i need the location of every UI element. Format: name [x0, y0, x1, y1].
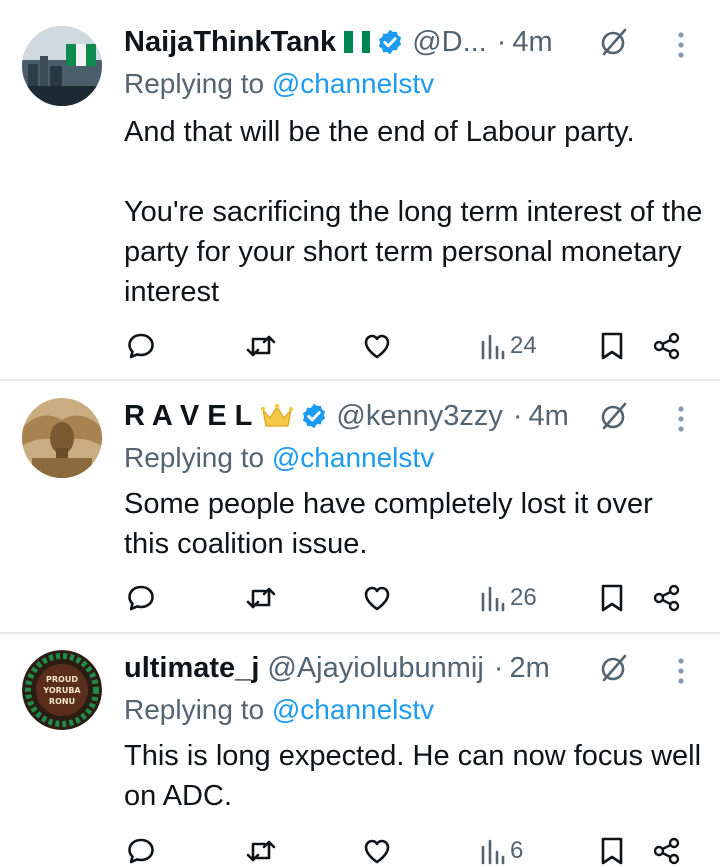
separator-dot: · — [496, 25, 507, 58]
share-button[interactable] — [652, 580, 682, 616]
tweet-divider — [0, 379, 720, 381]
analytics-icon — [481, 586, 505, 612]
more-options-icon[interactable] — [676, 30, 686, 60]
views-button[interactable]: 24 — [480, 328, 537, 364]
tweet-text: Some people have completely lost it over… — [124, 488, 653, 560]
grok-icon[interactable] — [598, 652, 630, 684]
repost-icon — [246, 587, 276, 609]
tweet-text: This is long expected. He can now focus … — [124, 740, 702, 812]
share-icon — [653, 584, 680, 612]
heart-icon — [364, 334, 390, 359]
more-options-icon[interactable] — [676, 656, 686, 686]
tweet-1[interactable]: NaijaThinkTank @D... · 4m Replying to @c… — [0, 0, 720, 380]
bookmark-icon — [601, 332, 623, 360]
heart-icon — [364, 586, 390, 611]
like-button[interactable] — [362, 580, 392, 616]
user-handle[interactable]: @kenny3zzy — [336, 400, 502, 433]
reply-button[interactable] — [126, 833, 156, 867]
like-button[interactable] — [362, 328, 392, 364]
views-button[interactable]: 26 — [480, 580, 537, 616]
views-count: 6 — [510, 837, 524, 864]
views-count: 24 — [510, 332, 537, 359]
display-name[interactable]: R A V E L — [124, 400, 252, 433]
reply-icon — [128, 333, 154, 359]
verified-badge-icon — [379, 29, 402, 55]
replying-to: Replying to @channelstv — [124, 68, 435, 99]
repost-icon — [246, 335, 276, 357]
repost-button[interactable] — [244, 328, 278, 364]
timestamp[interactable]: 4m — [512, 26, 552, 59]
tweet-text: And that will be the end of Labour party… — [124, 116, 703, 308]
repost-icon — [246, 840, 276, 862]
user-handle[interactable]: @Ajayiolubunmij — [267, 652, 483, 685]
verified-badge-icon — [303, 403, 326, 429]
tweet-2[interactable]: R A V E L @kenny3zzy · 4m Replying to @c… — [0, 382, 720, 632]
crown-icon — [261, 403, 294, 427]
analytics-icon — [481, 839, 505, 865]
views-count: 26 — [510, 584, 537, 611]
repost-button[interactable] — [244, 580, 278, 616]
reply-button[interactable] — [126, 328, 156, 364]
timestamp[interactable]: 4m — [529, 400, 569, 433]
display-name[interactable]: NaijaThinkTank — [124, 26, 336, 59]
grok-icon[interactable] — [598, 400, 630, 432]
avatar[interactable]: PROUD YORUBA RONU — [22, 650, 102, 730]
timestamp[interactable]: 2m — [509, 652, 549, 685]
bookmark-icon — [601, 837, 623, 865]
action-bar: 24 — [0, 328, 720, 364]
repost-button[interactable] — [244, 833, 278, 867]
separator-dot: · — [512, 399, 523, 432]
share-button[interactable] — [652, 833, 682, 867]
bookmark-button[interactable] — [600, 833, 624, 867]
replying-to: Replying to @channelstv — [124, 694, 435, 725]
display-name[interactable]: ultimate_j — [124, 652, 259, 685]
replying-to: Replying to @channelstv — [124, 442, 435, 473]
avatar-badge-line-3: RONU — [49, 697, 75, 706]
grok-icon[interactable] — [598, 26, 630, 58]
reply-icon — [128, 838, 154, 864]
heart-icon — [364, 839, 390, 864]
views-button[interactable]: 6 — [480, 833, 523, 867]
avatar[interactable] — [22, 398, 102, 478]
mention-link[interactable]: @channelstv — [272, 442, 434, 473]
like-button[interactable] — [362, 833, 392, 867]
action-bar: 26 — [0, 580, 720, 616]
mention-link[interactable]: @channelstv — [272, 68, 434, 99]
avatar[interactable] — [22, 26, 102, 106]
tweet-3[interactable]: PROUD YORUBA RONU ultimate_j @Ajayiolubu… — [0, 634, 720, 867]
share-icon — [653, 332, 680, 360]
mention-link[interactable]: @channelstv — [272, 694, 434, 725]
reply-button[interactable] — [126, 580, 156, 616]
avatar-badge-line-1: PROUD — [46, 675, 78, 684]
bookmark-button[interactable] — [600, 580, 624, 616]
share-button[interactable] — [652, 328, 682, 364]
separator-dot: · — [493, 651, 504, 684]
nigeria-flag-icon — [344, 31, 371, 53]
reply-icon — [128, 585, 154, 611]
avatar-badge-line-2: YORUBA — [42, 686, 81, 695]
share-icon — [653, 837, 680, 865]
bookmark-icon — [601, 584, 623, 612]
analytics-icon — [481, 334, 505, 360]
action-bar: 6 — [0, 833, 720, 867]
user-handle[interactable]: @D... — [412, 26, 487, 59]
bookmark-button[interactable] — [600, 328, 624, 364]
more-options-icon[interactable] — [676, 404, 686, 434]
